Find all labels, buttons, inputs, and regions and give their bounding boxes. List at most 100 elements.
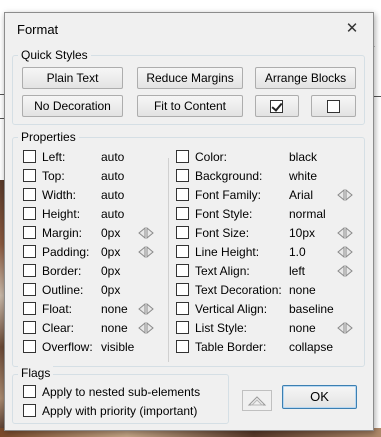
padding-checkbox[interactable] — [23, 245, 36, 258]
left-label: Left: — [42, 150, 66, 164]
padding-stepper-icon[interactable] — [137, 246, 155, 258]
float-stepper-icon[interactable] — [137, 303, 155, 315]
reduce-margins-button[interactable]: Reduce Margins — [137, 67, 243, 89]
float-label: Float: — [42, 302, 73, 316]
font-size-stepper-icon[interactable] — [336, 227, 354, 239]
close-icon[interactable]: ✕ — [341, 19, 363, 39]
left-checkbox[interactable] — [23, 150, 36, 163]
height-checkbox[interactable] — [23, 207, 36, 220]
list-style-value[interactable]: none — [289, 321, 316, 335]
padding-label: Padding: — [42, 245, 90, 259]
margin-value[interactable]: 0px — [101, 226, 120, 240]
font-size-checkbox[interactable] — [176, 226, 189, 239]
top-value[interactable]: auto — [101, 169, 124, 183]
background-label: Background: — [195, 169, 263, 183]
font-family-checkbox[interactable] — [176, 188, 189, 201]
vertical-align-label: Vertical Align: — [195, 302, 268, 316]
border-checkbox[interactable] — [23, 264, 36, 277]
priority-important-checkbox[interactable] — [23, 404, 36, 417]
font-family-value[interactable]: Arial — [289, 188, 313, 202]
width-value[interactable]: auto — [101, 188, 124, 202]
unchecked-style-button[interactable] — [311, 95, 356, 117]
list-style-checkbox[interactable] — [176, 321, 189, 334]
text-align-value[interactable]: left — [289, 264, 305, 278]
text-align-label: Text Align: — [195, 264, 250, 278]
overflow-checkbox[interactable] — [23, 340, 36, 353]
left-value[interactable]: auto — [101, 150, 124, 164]
color-label: Color: — [195, 150, 228, 164]
line-height-label: Line Height: — [195, 245, 260, 259]
collapse-button[interactable] — [242, 390, 272, 411]
background-rule — [374, 96, 381, 97]
up-arrow-icon — [247, 396, 267, 406]
font-style-value[interactable]: normal — [289, 207, 326, 221]
font-family-label: Font Family: — [195, 188, 262, 202]
font-style-checkbox[interactable] — [176, 207, 189, 220]
top-checkbox[interactable] — [23, 169, 36, 182]
outline-label: Outline: — [42, 283, 84, 297]
line-height-checkbox[interactable] — [176, 245, 189, 258]
text-decoration-checkbox[interactable] — [176, 283, 189, 296]
list-style-stepper-icon[interactable] — [336, 322, 354, 334]
font-size-label: Font Size: — [195, 226, 250, 240]
ok-button[interactable]: OK — [282, 385, 357, 409]
plain-text-button[interactable]: Plain Text — [22, 67, 123, 89]
checkbox-checked-icon — [270, 100, 283, 113]
background-checkbox[interactable] — [176, 169, 189, 182]
line-height-value[interactable]: 1.0 — [289, 245, 306, 259]
border-label: Border: — [42, 264, 82, 278]
quick-styles-title: Quick Styles — [18, 48, 91, 62]
no-decoration-button[interactable]: No Decoration — [22, 95, 123, 117]
float-value[interactable]: none — [101, 302, 128, 316]
overflow-value[interactable]: visible — [101, 340, 134, 354]
dialog-title: Format — [17, 22, 59, 37]
flags-title: Flags — [18, 366, 54, 380]
color-checkbox[interactable] — [176, 150, 189, 163]
font-style-label: Font Style: — [195, 207, 253, 221]
width-label: Width: — [42, 188, 77, 202]
priority-important-label: Apply with priority (important) — [42, 404, 198, 418]
text-align-checkbox[interactable] — [176, 264, 189, 277]
height-value[interactable]: auto — [101, 207, 124, 221]
clear-stepper-icon[interactable] — [137, 322, 155, 334]
format-dialog: Format ✕ Quick Styles Plain Text Reduce … — [4, 12, 374, 431]
outline-checkbox[interactable] — [23, 283, 36, 296]
list-style-label: List Style: — [195, 321, 248, 335]
text-decoration-label: Text Decoration: — [195, 283, 282, 297]
arrange-blocks-button[interactable]: Arrange Blocks — [255, 67, 356, 89]
margin-checkbox[interactable] — [23, 226, 36, 239]
table-border-checkbox[interactable] — [176, 340, 189, 353]
clear-label: Clear: — [42, 321, 75, 335]
fit-to-content-button[interactable]: Fit to Content — [137, 95, 243, 117]
height-label: Height: — [42, 207, 81, 221]
properties-title: Properties — [18, 130, 79, 144]
nested-sub-elements-label: Apply to nested sub-elements — [42, 385, 201, 399]
title-bar[interactable]: Format ✕ — [5, 13, 373, 45]
table-border-value[interactable]: collapse — [289, 340, 333, 354]
font-family-stepper-icon[interactable] — [336, 189, 354, 201]
line-height-stepper-icon[interactable] — [336, 246, 354, 258]
font-size-value[interactable]: 10px — [289, 226, 315, 240]
width-checkbox[interactable] — [23, 188, 36, 201]
float-checkbox[interactable] — [23, 302, 36, 315]
vertical-align-checkbox[interactable] — [176, 302, 189, 315]
vertical-align-value[interactable]: baseline — [289, 302, 334, 316]
padding-value[interactable]: 0px — [101, 245, 120, 259]
checked-style-button[interactable] — [255, 95, 299, 117]
table-border-label: Table Border: — [195, 340, 267, 354]
clear-value[interactable]: none — [101, 321, 128, 335]
background-value[interactable]: white — [289, 169, 317, 183]
text-align-stepper-icon[interactable] — [336, 265, 354, 277]
border-value[interactable]: 0px — [101, 264, 120, 278]
checkbox-unchecked-icon — [327, 100, 340, 113]
color-value[interactable]: black — [289, 150, 317, 164]
nested-sub-elements-checkbox[interactable] — [23, 385, 36, 398]
overflow-label: Overflow: — [42, 340, 93, 354]
clear-checkbox[interactable] — [23, 321, 36, 334]
text-decoration-value[interactable]: none — [289, 283, 316, 297]
margin-stepper-icon[interactable] — [137, 227, 155, 239]
top-label: Top: — [42, 169, 65, 183]
properties-divider — [168, 158, 169, 362]
outline-value[interactable]: 0px — [101, 283, 120, 297]
margin-label: Margin: — [42, 226, 83, 240]
